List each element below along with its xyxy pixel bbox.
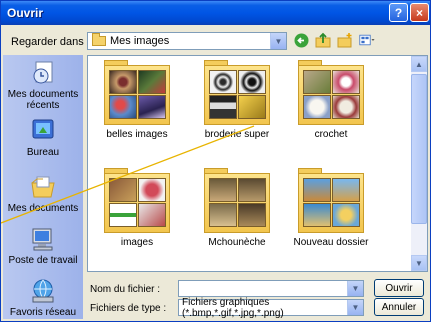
help-icon: ? (394, 5, 403, 20)
folder-name: crochet (314, 129, 348, 140)
folder-icon (202, 60, 272, 126)
place-label: Mes documents récents (7, 89, 79, 111)
folder-icon (102, 168, 172, 234)
look-in-label: Regarder dans : (11, 36, 90, 48)
folder-item[interactable]: images (92, 168, 182, 248)
look-in-dropdown[interactable]: Mes images ▼ (87, 32, 287, 50)
up-folder-icon[interactable] (315, 32, 331, 48)
cancel-button-label: Annuler (381, 301, 417, 313)
place-label: Favoris réseau (9, 307, 77, 318)
scroll-down-icon[interactable]: ▼ (411, 255, 427, 271)
folder-item[interactable]: Nouveau dossier (286, 168, 376, 248)
place-my-computer[interactable]: Poste de travail (3, 225, 83, 266)
title-bar[interactable]: Ouvrir ? × (1, 1, 430, 25)
folder-icon (202, 168, 272, 234)
my-documents-icon (31, 176, 55, 198)
close-button[interactable]: × (410, 3, 429, 22)
desktop-icon (32, 119, 54, 139)
filename-label: Nom du fichier : (90, 284, 161, 295)
place-label: Mes documents (7, 203, 79, 214)
back-icon[interactable] (293, 32, 309, 48)
place-network[interactable]: Favoris réseau (3, 277, 83, 318)
folder-name: broderie super (204, 129, 270, 140)
folder-icon (92, 33, 106, 46)
folder-icon (296, 168, 366, 234)
open-button[interactable]: Ouvrir (374, 279, 424, 297)
network-places-icon (32, 279, 54, 303)
close-icon: × (415, 5, 423, 20)
view-menu-icon[interactable] (359, 32, 375, 48)
folder-name: Mchounèche (208, 237, 266, 248)
file-list[interactable]: belles images broderie super crochet ima… (87, 55, 428, 272)
open-button-label: Ouvrir (385, 282, 413, 294)
look-in-value: Mes images (110, 35, 170, 47)
cancel-button[interactable]: Annuler (374, 298, 424, 316)
place-label: Poste de travail (8, 255, 78, 266)
filename-field[interactable]: ▼ (178, 280, 364, 297)
places-bar: Mes documents récents Bureau Mes documen… (3, 55, 83, 319)
filetype-dropdown[interactable]: Fichiers graphiques (*.bmp,*.gif,*.jpg,*… (178, 296, 364, 319)
chevron-down-icon[interactable]: ▼ (270, 33, 286, 49)
place-label: Bureau (26, 147, 60, 158)
my-computer-icon (32, 228, 53, 251)
filetype-value: Fichiers graphiques (*.bmp,*.gif,*.jpg,*… (182, 296, 284, 319)
filetype-label: Fichiers de type : (90, 303, 167, 314)
open-dialog: Ouvrir ? × Regarder dans : Mes images ▼ … (0, 0, 431, 322)
folder-item[interactable]: crochet (286, 60, 376, 140)
scrollbar-thumb[interactable] (411, 74, 427, 224)
place-desktop[interactable]: Bureau (3, 117, 83, 158)
help-button[interactable]: ? (389, 3, 408, 22)
new-folder-icon[interactable] (337, 32, 353, 48)
folder-name: images (120, 237, 154, 248)
chevron-down-icon[interactable]: ▼ (347, 300, 363, 315)
place-recent-documents[interactable]: Mes documents récents (3, 59, 83, 111)
chevron-down-icon[interactable]: ▼ (347, 281, 363, 296)
folder-icon (296, 60, 366, 126)
window-title: Ouvrir (7, 6, 44, 20)
recent-documents-icon (33, 61, 53, 84)
scroll-up-icon[interactable]: ▲ (411, 56, 427, 72)
folder-item[interactable]: Mchounèche (192, 168, 282, 248)
folder-icon (102, 60, 172, 126)
vertical-scrollbar[interactable]: ▲ ▼ (411, 56, 427, 271)
place-my-documents[interactable]: Mes documents (3, 173, 83, 214)
folder-name: belles images (106, 129, 168, 140)
folder-item[interactable]: broderie super (192, 60, 282, 140)
folder-item[interactable]: belles images (92, 60, 182, 140)
navigation-toolbar (293, 32, 375, 48)
folder-name: Nouveau dossier (293, 237, 369, 248)
